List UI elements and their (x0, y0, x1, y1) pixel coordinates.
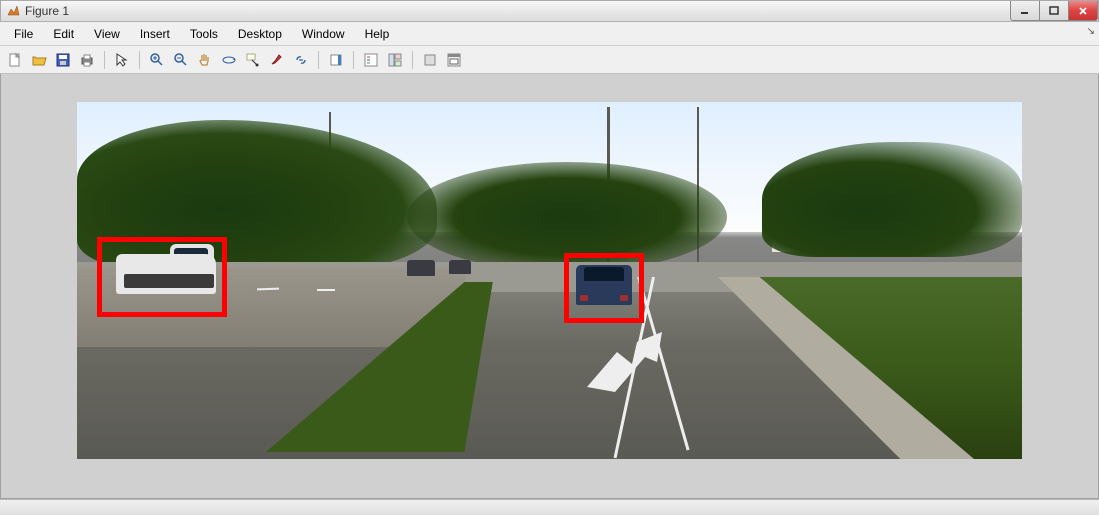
title-bar: Figure 1 (0, 0, 1099, 22)
menu-dock-icon[interactable]: ↘ (1087, 26, 1095, 37)
hide-plot-tools-button[interactable] (384, 49, 406, 71)
zoom-out-button[interactable] (170, 49, 192, 71)
figure-content-area (0, 74, 1099, 499)
save-button[interactable] (52, 49, 74, 71)
menu-edit[interactable]: Edit (43, 24, 84, 44)
toolbar-separator (139, 51, 140, 69)
brush-button[interactable] (266, 49, 288, 71)
zoom-in-button[interactable] (146, 49, 168, 71)
menu-tools[interactable]: Tools (180, 24, 228, 44)
new-figure-button[interactable] (4, 49, 26, 71)
print-button[interactable] (76, 49, 98, 71)
open-button[interactable] (28, 49, 50, 71)
menu-bar: File Edit View Insert Tools Desktop Wind… (0, 22, 1099, 46)
menu-view[interactable]: View (84, 24, 130, 44)
toolbar-separator (104, 51, 105, 69)
toolbar-separator (412, 51, 413, 69)
toolbar-separator (353, 51, 354, 69)
status-bar (0, 499, 1099, 515)
maximize-button[interactable] (1039, 1, 1069, 21)
show-plot-tools-button[interactable] (419, 49, 441, 71)
insert-legend-button[interactable] (360, 49, 382, 71)
menu-window[interactable]: Window (292, 24, 355, 44)
edit-plot-button[interactable] (111, 49, 133, 71)
toolbar (0, 46, 1099, 74)
scene-vehicle (449, 260, 471, 274)
minimize-button[interactable] (1010, 1, 1040, 21)
toolbar-separator (318, 51, 319, 69)
menu-desktop[interactable]: Desktop (228, 24, 292, 44)
window-controls (1011, 1, 1098, 21)
pan-button[interactable] (194, 49, 216, 71)
dock-figure-button[interactable] (443, 49, 465, 71)
detection-bbox-1 (97, 237, 227, 317)
figure-axes[interactable] (77, 102, 1022, 459)
detection-bbox-2 (564, 253, 644, 323)
road-arrow-marking (567, 332, 697, 402)
matlab-icon (5, 3, 21, 19)
menu-insert[interactable]: Insert (130, 24, 180, 44)
data-cursor-button[interactable] (242, 49, 264, 71)
menu-file[interactable]: File (4, 24, 43, 44)
window-title: Figure 1 (25, 4, 69, 18)
lane-marking (317, 289, 335, 291)
menu-help[interactable]: Help (355, 24, 400, 44)
scene-vehicle (407, 260, 435, 276)
insert-colorbar-button[interactable] (325, 49, 347, 71)
close-button[interactable] (1068, 1, 1098, 21)
rotate-3d-button[interactable] (218, 49, 240, 71)
scene-trees (762, 142, 1022, 257)
link-button[interactable] (290, 49, 312, 71)
